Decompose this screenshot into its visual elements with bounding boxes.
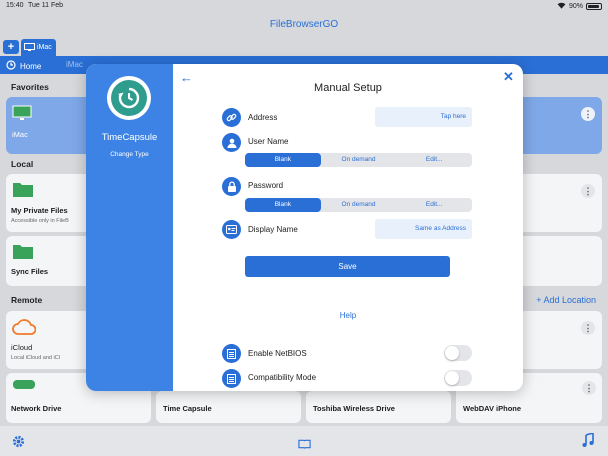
remote-label: WebDAV iPhone [463, 404, 522, 413]
local-sub: Accessible only in FileB [11, 218, 69, 224]
time-capsule-icon [107, 76, 151, 120]
remote-time-capsule[interactable]: Time Capsule [156, 391, 301, 423]
status-date: Tue 11 Feb [28, 2, 64, 9]
username-option-on-demand[interactable]: On demand [321, 153, 397, 167]
gear-icon[interactable] [12, 435, 25, 453]
add-location-button[interactable]: + Add Location [536, 295, 596, 305]
tab-bar: + iMac [0, 38, 608, 56]
drive-icon [12, 377, 36, 396]
remote-sub: Local iCloud and iCl [11, 355, 60, 361]
username-option-blank[interactable]: Blank [245, 153, 321, 167]
local-label: My Private Files [11, 206, 68, 215]
battery-percent: 90% [568, 3, 583, 10]
dialog-sidebar: TimeCapsule Change Type [86, 64, 173, 391]
display-name-label: Display Name [248, 225, 298, 234]
wifi-icon [557, 2, 566, 11]
list-icon [222, 344, 241, 363]
remote-label: Time Capsule [163, 404, 212, 413]
status-bar: 15:40 Tue 11 Feb 90% [0, 0, 608, 12]
list-icon [222, 369, 241, 388]
id-card-icon [222, 220, 241, 239]
remote-label: iCloud [11, 343, 33, 352]
save-button[interactable]: Save [245, 256, 450, 277]
username-option-edit[interactable]: Edit... [396, 153, 472, 167]
more-options-icon[interactable]: ⋮ [581, 321, 595, 335]
folder-icon [12, 180, 34, 203]
local-label: Sync Files [11, 267, 49, 276]
password-option-on-demand[interactable]: On demand [321, 198, 397, 212]
manual-setup-dialog: TimeCapsule Change Type ← ✕ Manual Setup… [86, 64, 523, 391]
remote-label: Network Drive [11, 404, 62, 413]
home-crumb[interactable]: Home [6, 60, 41, 72]
password-segmented-control: Blank On demand Edit... [245, 198, 472, 212]
compat-label: Compatibility Mode [248, 373, 317, 382]
tab-imac[interactable]: iMac [21, 39, 56, 56]
address-label: Address [248, 113, 278, 122]
sync-folder-icon [12, 242, 34, 265]
more-options-icon[interactable]: ⋮ [581, 184, 595, 198]
cloud-icon [12, 319, 37, 340]
battery-icon [586, 3, 602, 10]
display-name-field[interactable]: Same as Address [375, 219, 472, 239]
monitor-icon [12, 105, 32, 126]
remote-label: Toshiba Wireless Drive [313, 404, 395, 413]
monitor-icon [24, 42, 35, 53]
compat-toggle[interactable] [444, 370, 472, 386]
username-segmented-control: Blank On demand Edit... [245, 153, 472, 167]
username-label: User Name [248, 137, 289, 146]
tab-label: iMac [37, 44, 52, 51]
password-option-blank[interactable]: Blank [245, 198, 321, 212]
home-label: Home [20, 61, 42, 71]
local-heading: Local [11, 159, 34, 169]
netbios-toggle[interactable] [444, 345, 472, 361]
add-tab-button[interactable]: + [3, 40, 19, 54]
password-label: Password [248, 181, 284, 190]
more-options-icon[interactable]: ⋮ [582, 381, 596, 395]
remote-heading: Remote [11, 295, 43, 305]
remote-toshiba[interactable]: Toshiba Wireless Drive [306, 391, 451, 423]
history-icon [6, 60, 16, 72]
status-right: 90% [557, 2, 602, 11]
address-field[interactable]: Tap here [375, 107, 472, 127]
dialog-title: Manual Setup [314, 82, 382, 94]
netbios-label: Enable NetBIOS [248, 349, 307, 358]
password-option-edit[interactable]: Edit... [396, 198, 472, 212]
change-type-link[interactable]: Change Type [86, 151, 173, 158]
current-crumb[interactable]: iMac [66, 60, 83, 69]
bottom-toolbar [0, 426, 608, 456]
help-link[interactable]: Help [173, 311, 523, 320]
book-icon[interactable] [298, 436, 311, 454]
link-icon [222, 108, 241, 127]
status-time: 15:40 [6, 2, 24, 9]
favorites-heading: Favorites [11, 82, 49, 92]
more-options-icon[interactable]: ⋮ [581, 107, 595, 121]
favorite-label: iMac [12, 130, 28, 139]
lock-icon [222, 177, 241, 196]
connection-type-name: TimeCapsule [101, 132, 158, 143]
user-icon [222, 133, 241, 152]
music-note-icon[interactable] [582, 431, 594, 452]
app-title: FileBrowserGO [269, 19, 339, 30]
